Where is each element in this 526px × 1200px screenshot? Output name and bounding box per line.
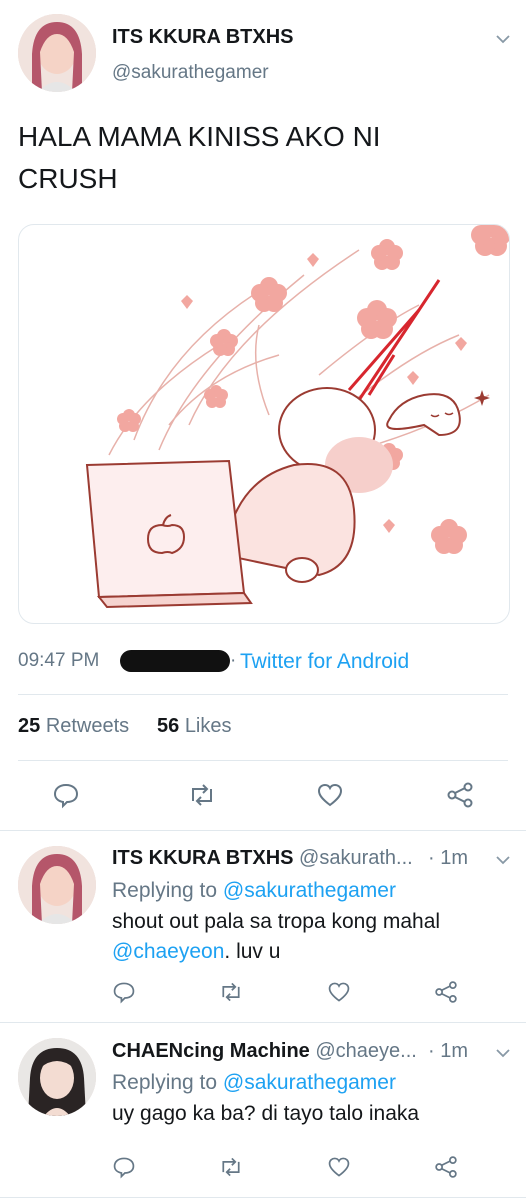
replying-to-line: Replying to @sakurathegamer (112, 1071, 396, 1095)
like-heart-icon[interactable] (316, 781, 344, 809)
tweet-source-link[interactable]: Twitter for Android (240, 650, 409, 674)
tweet-text: HALA MAMA KINISS AKO NI CRUSH (18, 116, 381, 200)
reply-handle[interactable]: @chaeye... (315, 1040, 416, 1062)
replying-to-line: Replying to @sakurathegamer (112, 879, 396, 903)
separator-dot: · (230, 650, 237, 671)
chevron-down-icon[interactable] (494, 1044, 512, 1062)
tweet-timestamp[interactable]: 09:47 PM (18, 650, 99, 672)
divider (18, 694, 508, 695)
chevron-down-icon[interactable] (494, 30, 512, 48)
reply-avatar[interactable] (18, 1038, 96, 1116)
replying-to-link[interactable]: @sakurathegamer (223, 879, 396, 902)
likes-label: Likes (184, 715, 232, 737)
reply-icon[interactable] (52, 781, 80, 809)
divider (0, 1022, 526, 1023)
share-icon[interactable] (446, 781, 474, 809)
like-heart-icon[interactable] (327, 980, 351, 1004)
reply-avatar[interactable] (18, 846, 96, 924)
tweet-text-line: HALA MAMA KINISS AKO NI (18, 121, 381, 152)
author-avatar[interactable] (18, 14, 96, 92)
reply-header: ITS KKURA BTXHS @sakurath... (112, 847, 413, 870)
tweet-text-line: CRUSH (18, 163, 118, 194)
reply-display-name[interactable]: CHAENcing Machine (112, 1040, 310, 1062)
replying-to-prefix: Replying to (112, 1071, 218, 1094)
reply-icon[interactable] (112, 1155, 136, 1179)
replying-to-link[interactable]: @sakurathegamer (223, 1071, 396, 1094)
reply-text-line: uy gago ka ba? di tayo talo inaka (112, 1102, 420, 1125)
reply-header: CHAENcing Machine @chaeye... (112, 1040, 417, 1063)
reply-text-tail: . luv u (224, 940, 281, 963)
share-icon[interactable] (434, 1155, 458, 1179)
like-heart-icon[interactable] (327, 1155, 351, 1179)
cartoon-illustration (85, 225, 509, 609)
likes-count: 56 (157, 715, 180, 737)
retweet-icon[interactable] (218, 980, 244, 1004)
share-icon[interactable] (434, 980, 458, 1004)
author-handle[interactable]: @sakurathegamer (112, 62, 269, 84)
reply-display-name[interactable]: ITS KKURA BTXHS (112, 847, 293, 869)
reply-time[interactable]: · 1m (428, 1040, 468, 1063)
retweet-icon[interactable] (218, 1155, 244, 1179)
divider (0, 1197, 526, 1198)
likes-stat[interactable]: 56 Likes (157, 715, 232, 738)
reply-time[interactable]: · 1m (428, 847, 468, 870)
reply-handle[interactable]: @sakurath... (299, 847, 413, 869)
retweets-label: Retweets (45, 715, 130, 737)
chevron-down-icon[interactable] (494, 851, 512, 869)
reply-text-line: @chaeyeon. luv u (112, 940, 280, 964)
retweet-icon[interactable] (187, 781, 217, 809)
mention-link[interactable]: @chaeyeon (112, 940, 224, 963)
divider (18, 760, 508, 761)
tweet-media-image[interactable] (18, 224, 510, 624)
retweets-stat[interactable]: 25 Retweets (18, 715, 129, 738)
redacted-date-bar (120, 650, 230, 672)
author-display-name[interactable]: ITS KKURA BTXHS (112, 26, 293, 49)
reply-icon[interactable] (112, 980, 136, 1004)
retweets-count: 25 (18, 715, 41, 737)
reply-text-line: shout out pala sa tropa kong mahal (112, 910, 441, 933)
replying-to-prefix: Replying to (112, 879, 218, 902)
divider (0, 830, 526, 831)
